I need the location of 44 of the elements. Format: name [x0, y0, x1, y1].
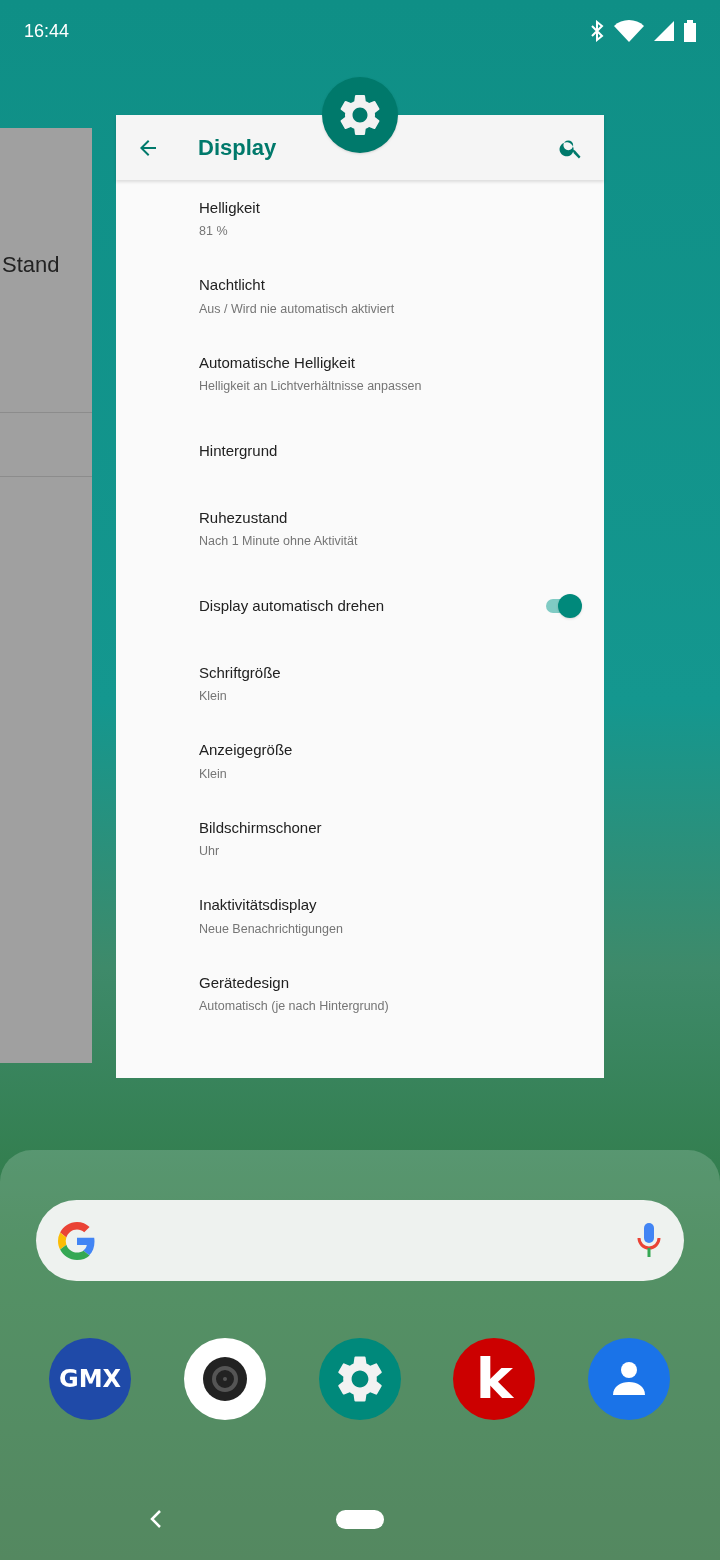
battery-icon [684, 20, 696, 42]
google-logo-icon [58, 1221, 96, 1260]
setting-title: Helligkeit [199, 197, 261, 218]
setting-summary: Klein [199, 765, 228, 783]
setting-title: Nachtlicht [199, 275, 266, 296]
status-time: 16:44 [24, 19, 70, 43]
recent-app-card[interactable]: Stand [0, 128, 92, 1063]
settings-item[interactable]: Nachtlicht Aus / Wird nie automatisch aktiviert [116, 257, 604, 335]
settings-item[interactable]: Ruhezustand Nach 1 Minute ohne Aktivität [116, 490, 604, 568]
toggle-switch[interactable] [544, 594, 582, 619]
settings-item[interactable]: Inaktivitätsdisplay Neue Benachrichtigungen [116, 877, 604, 955]
settings-item[interactable]: Bildschirmschoner Uhr [116, 800, 604, 878]
setting-summary: Nach 1 Minute ohne Aktivität [199, 533, 359, 551]
window-title: Display [198, 134, 277, 162]
setting-title: Schriftgröße [199, 662, 282, 683]
setting-summary: 81 % [199, 223, 229, 241]
settings-item[interactable]: Hintergrund [116, 412, 604, 490]
settings-item[interactable]: Automatische Helligkeit Helligkeit an Lichtverhältnisse anpassen [116, 335, 604, 413]
setting-title: Gerätedesign [199, 972, 291, 993]
setting-title: Anzeigegröße [199, 740, 294, 761]
settings-window[interactable] [116, 115, 604, 1078]
setting-title: Bildschirmschoner [199, 817, 323, 838]
setting-title: Ruhezustand [199, 507, 289, 528]
setting-title: Inaktivitätsdisplay [199, 895, 318, 916]
setting-summary: Automatisch (je nach Hintergrund) [199, 998, 390, 1016]
setting-title: Automatische Helligkeit [199, 352, 356, 373]
card-text: Stand [1, 251, 60, 279]
microphone-icon[interactable] [636, 1222, 662, 1259]
signal-icon [654, 21, 674, 41]
settings-item[interactable]: Display automatisch drehen [116, 567, 604, 645]
setting-summary: Neue Benachrichtigungen [199, 920, 344, 938]
setting-summary: Klein [199, 688, 228, 706]
setting-summary: Helligkeit an Lichtverhältnisse anpassen [199, 378, 423, 396]
settings-item[interactable]: Helligkeit 81 % [116, 180, 604, 258]
setting-title: Hintergrund [199, 441, 279, 461]
bluetooth-icon [590, 20, 604, 42]
wifi-icon [614, 20, 644, 42]
back-icon[interactable] [149, 1509, 163, 1529]
setting-summary: Aus / Wird nie automatisch aktiviert [199, 300, 396, 318]
settings-item[interactable]: Anzeigegröße Klein [116, 722, 604, 800]
settings-item[interactable]: Schriftgröße Klein [116, 645, 604, 723]
setting-title: Display automatisch drehen [199, 596, 386, 616]
settings-item[interactable]: Gerätedesign Automatisch (je nach Hintergrund) [116, 955, 604, 1033]
setting-summary: Uhr [199, 843, 221, 861]
